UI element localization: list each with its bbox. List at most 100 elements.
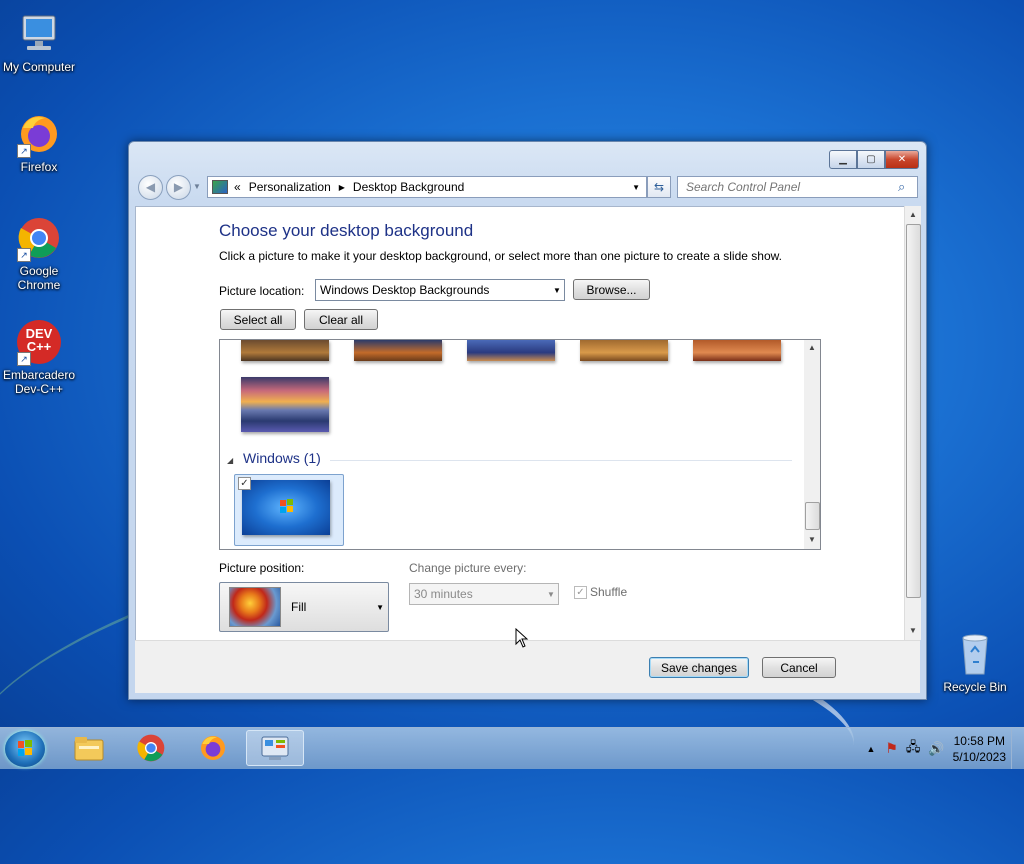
shuffle-checkbox[interactable]: ✓: [574, 586, 587, 599]
clock-time: 10:58 PM: [953, 733, 1005, 748]
collapse-triangle-icon: ◢: [227, 456, 234, 465]
picture-location-select[interactable]: Windows Desktop Backgrounds ▼: [315, 279, 565, 301]
wallpaper-thumbnail[interactable]: [241, 377, 329, 432]
control-panel-icon: [261, 736, 289, 760]
scroll-up-arrow-icon[interactable]: ▲: [804, 343, 820, 352]
picture-position-preview-icon: [229, 587, 281, 627]
change-picture-interval-select[interactable]: 30 minutes ▼: [409, 583, 559, 605]
clock[interactable]: 10:58 PM 5/10/2023: [953, 733, 1006, 765]
save-changes-button[interactable]: Save changes: [649, 657, 749, 678]
search-icon[interactable]: ⌕: [898, 179, 905, 195]
scroll-up-arrow-icon[interactable]: ▲: [905, 210, 921, 219]
desktop-background-window: ▁ ▢ ✕ ◀ ▶ ▼ « Personalization ▶ Desktop …: [128, 141, 927, 700]
change-picture-label: Change picture every:: [409, 561, 527, 575]
chrome-icon: [137, 734, 165, 762]
windows-logo-icon: [280, 499, 293, 513]
scroll-down-arrow-icon[interactable]: ▼: [804, 535, 820, 544]
devcpp-icon: DEV C++ ↗: [15, 318, 63, 366]
clock-date: 5/10/2023: [952, 749, 1006, 764]
group-name: Windows (1): [243, 450, 321, 466]
desktop-icon-label: Embarcadero Dev-C++: [2, 368, 76, 396]
desktop-icon-google-chrome[interactable]: ↗ Google Chrome: [0, 214, 78, 292]
start-button[interactable]: [5, 731, 45, 767]
taskbar-control-panel[interactable]: [246, 730, 304, 766]
windows-7-wallpaper-thumbnail: [242, 480, 330, 535]
close-button[interactable]: ✕: [885, 150, 919, 169]
picture-position-select[interactable]: Fill ▼: [219, 582, 389, 632]
firefox-icon: ↗: [15, 110, 63, 158]
clear-all-button[interactable]: Clear all: [304, 309, 378, 330]
shuffle-label: Shuffle: [590, 585, 628, 599]
forward-arrow-icon: ▶: [173, 180, 184, 194]
back-button[interactable]: ◀: [138, 175, 163, 200]
system-tray: ▲ ⚑ 🖧 🔊 10:58 PM 5/10/2023: [866, 728, 1024, 769]
recent-pages-dropdown[interactable]: ▼: [193, 182, 201, 191]
chevron-down-icon: ▼: [553, 285, 561, 295]
gallery-scroll-thumb[interactable]: [805, 502, 820, 530]
gallery-scrollbar[interactable]: ▲ ▼: [804, 340, 820, 549]
search-box: ⌕: [677, 176, 918, 198]
selected-wallpaper-cell[interactable]: ✓: [234, 474, 344, 546]
scroll-down-arrow-icon[interactable]: ▼: [905, 626, 921, 635]
address-bar[interactable]: « Personalization ▶ Desktop Background ▼: [207, 176, 647, 198]
chevron-down-icon: ▼: [376, 602, 384, 612]
minimize-icon: ▁: [839, 154, 847, 165]
taskbar-firefox[interactable]: [186, 730, 240, 766]
address-root-chevron[interactable]: «: [234, 180, 241, 194]
select-all-button[interactable]: Select all: [220, 309, 296, 330]
shortcut-arrow-icon: ↗: [17, 144, 31, 158]
chevron-down-icon: ▼: [547, 589, 555, 599]
picture-position-value: Fill: [291, 600, 307, 614]
desktop-icon-firefox[interactable]: ↗ Firefox: [0, 110, 78, 174]
search-input[interactable]: [684, 179, 898, 195]
desktop-icon-devcpp[interactable]: DEV C++ ↗ Embarcadero Dev-C++: [0, 318, 78, 396]
maximize-icon: ▢: [866, 154, 876, 165]
recycle-bin-icon: [951, 630, 999, 678]
wallpaper-checkbox[interactable]: ✓: [238, 477, 251, 490]
network-icon[interactable]: 🖧: [906, 738, 921, 760]
wallpaper-thumbnail[interactable]: [467, 340, 555, 361]
content-scrollbar[interactable]: ▲ ▼: [904, 206, 921, 640]
wallpaper-thumbnail[interactable]: [241, 340, 329, 361]
mouse-cursor-icon: [515, 627, 529, 651]
windows-logo-icon: [18, 740, 32, 756]
maximize-button[interactable]: ▢: [857, 150, 885, 169]
breadcrumb-desktop-background[interactable]: Desktop Background: [353, 180, 464, 194]
browse-button[interactable]: Browse...: [573, 279, 650, 300]
group-header-windows[interactable]: ◢ Windows (1): [227, 450, 321, 466]
show-desktop-button[interactable]: [1011, 728, 1024, 769]
desktop-icon-label: Recycle Bin: [943, 680, 1007, 694]
page-title: Choose your desktop background: [219, 221, 474, 240]
volume-icon[interactable]: 🔊: [928, 741, 944, 757]
desktop-icon-label: Firefox: [20, 160, 58, 174]
cancel-button[interactable]: Cancel: [762, 657, 836, 678]
taskbar-chrome[interactable]: [124, 730, 178, 766]
desktop-icon-recycle-bin[interactable]: Recycle Bin: [936, 630, 1014, 694]
refresh-button[interactable]: ⇆: [647, 176, 671, 198]
chrome-icon: ↗: [15, 214, 63, 262]
show-hidden-icons-icon[interactable]: ▲: [866, 744, 875, 754]
close-icon: ✕: [897, 154, 907, 165]
action-center-flag-icon[interactable]: ⚑: [885, 740, 898, 757]
desktop-icon-my-computer[interactable]: My Computer: [0, 10, 78, 74]
wallpaper-thumbnail[interactable]: [354, 340, 442, 361]
taskbar-explorer[interactable]: [62, 730, 116, 766]
desktop-icon-label: Google Chrome: [17, 264, 61, 292]
taskbar: ▲ ⚑ 🖧 🔊 10:58 PM 5/10/2023: [0, 727, 1024, 769]
picture-location-value: Windows Desktop Backgrounds: [320, 283, 490, 297]
wallpaper-thumbnail[interactable]: [693, 340, 781, 361]
minimize-button[interactable]: ▁: [829, 150, 857, 169]
shortcut-arrow-icon: ↗: [17, 352, 31, 366]
picture-position-label: Picture position:: [219, 561, 305, 575]
content-scroll-thumb[interactable]: [906, 224, 921, 598]
forward-button[interactable]: ▶: [166, 175, 191, 200]
address-dropdown-icon[interactable]: ▼: [632, 183, 640, 192]
picture-location-label: Picture location:: [219, 284, 305, 298]
group-divider: [330, 460, 792, 461]
shortcut-arrow-icon: ↗: [17, 248, 31, 262]
wallpaper-thumbnail[interactable]: [580, 340, 668, 361]
picture-gallery: ◢ Windows (1) ✓ ▲ ▼: [219, 339, 821, 550]
main-content: Choose your desktop background Click a p…: [135, 206, 907, 642]
page-description: Click a picture to make it your desktop …: [219, 249, 782, 263]
breadcrumb-personalization[interactable]: Personalization: [249, 180, 331, 194]
